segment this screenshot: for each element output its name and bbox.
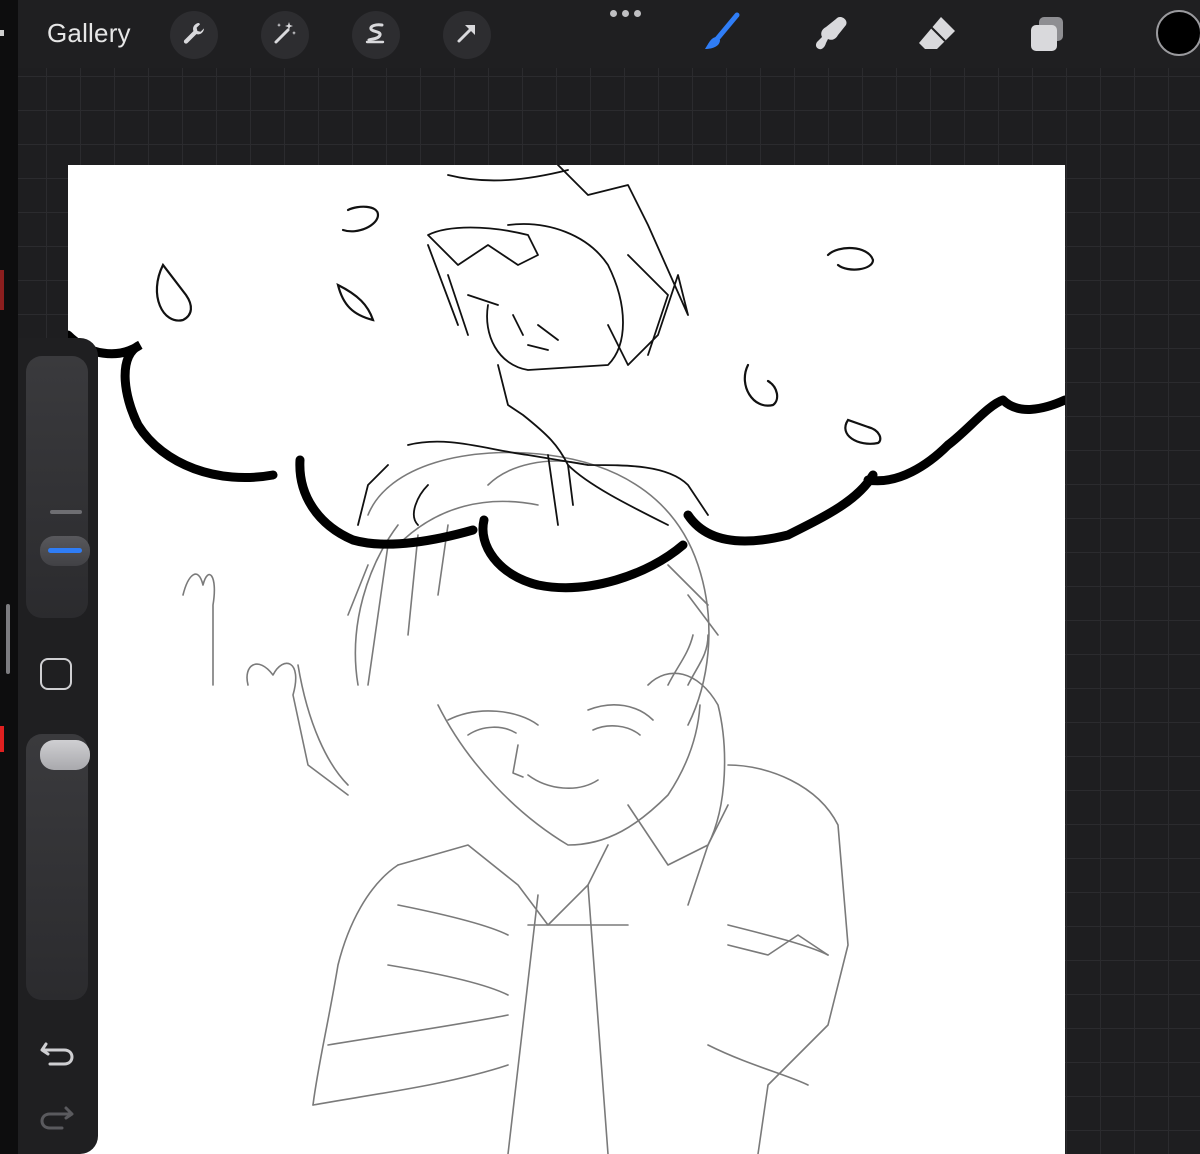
smudge-tool-button[interactable] [807,12,853,58]
undo-button[interactable] [38,1038,78,1068]
modify-button[interactable] [40,658,72,690]
adjustments-button[interactable] [261,11,309,59]
left-edge-strip [0,0,18,1154]
selection-button[interactable] [352,11,400,59]
brush-sidebar [18,338,98,1154]
more-options-icon[interactable] [610,10,644,24]
transform-arrow-icon [454,20,480,51]
redo-icon [38,1106,78,1136]
brush-size-thumb[interactable] [40,536,90,566]
brush-size-thumb-indicator [48,548,82,553]
dream-figure-sketch [357,165,709,526]
color-picker-button[interactable] [1156,10,1200,56]
wrench-icon [181,20,207,51]
sidebar-drag-handle[interactable] [6,604,10,674]
brush-tool-button[interactable] [698,12,744,58]
edge-mark [0,270,4,310]
transform-button[interactable] [443,11,491,59]
sketch-artwork [68,165,1065,1154]
brush-icon [699,11,743,60]
edge-mark [0,726,4,752]
opacity-slider[interactable] [26,734,90,1000]
size-slider-top-mark [50,510,82,514]
magic-wand-icon [272,20,298,51]
eraser-tool-button[interactable] [914,12,960,58]
gallery-button[interactable]: Gallery [47,18,131,49]
drawing-canvas[interactable] [68,165,1065,1154]
eraser-icon [915,11,959,60]
redo-button[interactable] [38,1102,78,1132]
selection-icon [363,20,389,51]
actions-button[interactable] [170,11,218,59]
boy-sketch [182,451,849,1154]
undo-icon [38,1042,78,1072]
edge-mark [0,30,4,36]
brush-size-slider[interactable] [26,356,90,618]
smudge-icon [810,13,850,58]
layers-icon [1027,13,1067,58]
top-toolbar: Gallery [18,0,1200,68]
opacity-thumb[interactable] [40,740,90,770]
layers-button[interactable] [1024,12,1070,58]
